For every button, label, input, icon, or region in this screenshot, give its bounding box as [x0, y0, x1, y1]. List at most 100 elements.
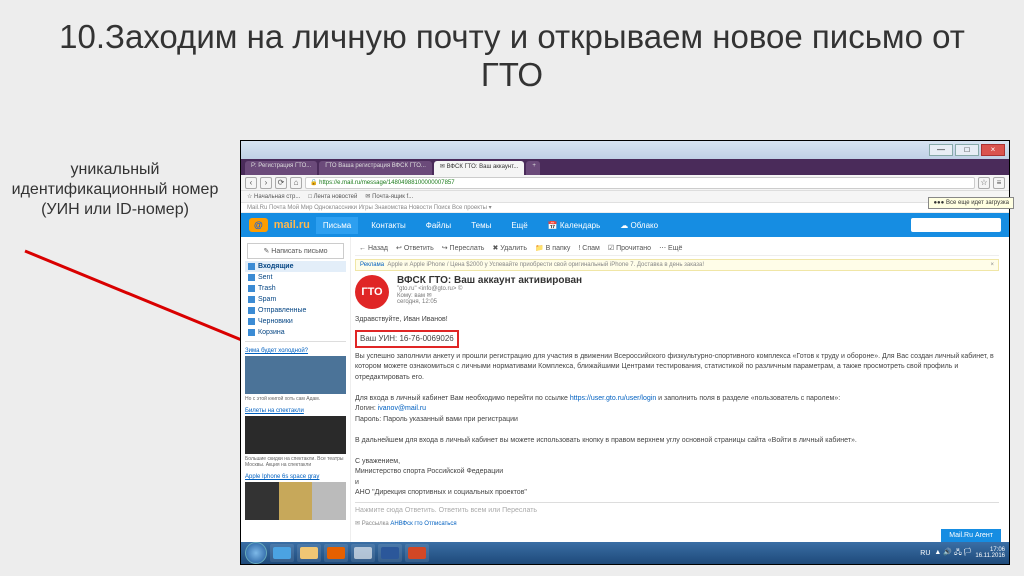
- folder-icon: [248, 296, 255, 303]
- nav-cloud[interactable]: ☁ Облако: [613, 217, 665, 234]
- reload-button[interactable]: ⟳: [275, 177, 287, 189]
- new-tab-button[interactable]: +: [526, 161, 540, 175]
- unsubscribe-link[interactable]: Отписаться: [424, 521, 456, 527]
- browser-tab[interactable]: ✉ ВФСК ГТО: Ваш аккаунт...: [434, 161, 524, 175]
- folder-sent[interactable]: Sent: [245, 272, 346, 283]
- nav-themes[interactable]: Темы: [464, 217, 498, 234]
- taskbar-pin[interactable]: [378, 544, 402, 562]
- read-button[interactable]: ☑ Прочитано: [608, 244, 651, 252]
- spam-button[interactable]: ! Спам: [578, 244, 599, 252]
- body-para: В дальнейшем для входа в личный кабинет …: [355, 436, 999, 447]
- body-para: Для входа в личный кабинет Вам необходим…: [355, 394, 999, 405]
- promo-close-icon[interactable]: ×: [990, 262, 994, 268]
- sender-link[interactable]: АНВФск гто: [390, 521, 422, 527]
- message-subject: ВФСК ГТО: Ваш аккаунт активирован: [397, 275, 582, 286]
- bookmark-link[interactable]: □ Лента новостей: [308, 194, 357, 200]
- system-tray[interactable]: RU ▲ 🔊 🖧 🏳 17:0616.11.2016: [920, 547, 1005, 559]
- menu-button[interactable]: ≡: [993, 177, 1005, 189]
- password-line: Пароль: Пароль указанный вами при регист…: [355, 415, 999, 426]
- back-button[interactable]: ← Назад: [359, 244, 388, 252]
- taskbar-pin[interactable]: [270, 544, 294, 562]
- bookmark-button[interactable]: ☆: [978, 177, 990, 189]
- promo-banner[interactable]: Реклама Apple и Apple iPhone / Цена $200…: [355, 259, 999, 271]
- folder-label: Черновики: [258, 318, 293, 325]
- folder-label: Spam: [258, 296, 276, 303]
- folder-outbox[interactable]: Отправленные: [245, 305, 346, 316]
- tray-clock[interactable]: 17:0616.11.2016: [975, 547, 1005, 559]
- url-text: https://e.mail.ru/message/14804988100000…: [319, 180, 454, 186]
- back-button[interactable]: ‹: [245, 177, 257, 189]
- more-button[interactable]: ⋯ Ещё: [659, 244, 682, 252]
- folder-label: Sent: [258, 274, 272, 281]
- ad-block[interactable]: Билеты на спектакли Большие скидки на сп…: [245, 408, 346, 468]
- ad-image: [245, 416, 346, 454]
- browser-tabs: Р: Регистрация ГТО... ГТО Ваша регистрац…: [241, 159, 1009, 175]
- folder-bin[interactable]: Корзина: [245, 327, 346, 338]
- delete-button[interactable]: ✖ Удалить: [492, 244, 527, 252]
- reply-hint[interactable]: Нажмите сюда Ответить. Ответить всем или…: [355, 506, 999, 517]
- mailru-logo-icon[interactable]: @: [249, 218, 268, 232]
- move-button[interactable]: 📁 В папку: [535, 244, 570, 252]
- folder-icon: [248, 318, 255, 325]
- login-email[interactable]: ivanov@mail.ru: [378, 405, 426, 412]
- mail-sidebar: ✎ Написать письмо Входящие Sent Trash Sp…: [241, 237, 351, 547]
- folder-trash[interactable]: Trash: [245, 283, 346, 294]
- window-titlebar: — □ ×: [241, 141, 1009, 159]
- signature: АНО "Дирекция спортивных и социальных пр…: [355, 488, 999, 499]
- promo-text: Apple и Apple iPhone / Цена $2000 у Успе…: [387, 262, 704, 268]
- folder-icon: [248, 307, 255, 314]
- taskbar-pin[interactable]: [324, 544, 348, 562]
- folder-drafts[interactable]: Черновики: [245, 316, 346, 327]
- nav-calendar[interactable]: 📅 Календарь: [541, 217, 608, 234]
- login-link[interactable]: https://user.gto.ru/user/login: [570, 395, 656, 402]
- folder-inbox[interactable]: Входящие: [245, 261, 346, 272]
- ad-title: Билеты на спектакли: [245, 408, 346, 414]
- taskbar-pin[interactable]: [297, 544, 321, 562]
- windows-taskbar: RU ▲ 🔊 🖧 🏳 17:0616.11.2016: [241, 542, 1009, 564]
- ad-image: [245, 356, 346, 394]
- bookmark-link[interactable]: ✉ Почта-ящик f...: [365, 193, 413, 200]
- folder-label: Корзина: [258, 329, 285, 336]
- sender-avatar: ГТО: [355, 275, 389, 309]
- forward-button[interactable]: ›: [260, 177, 272, 189]
- nav-more[interactable]: Ещё: [504, 217, 534, 234]
- body-para: Вы успешно заполнили анкету и прошли рег…: [355, 352, 999, 384]
- start-button[interactable]: [245, 542, 267, 564]
- reply-button[interactable]: ↩ Ответить: [396, 244, 434, 252]
- taskbar-pin[interactable]: [351, 544, 375, 562]
- home-button[interactable]: ⌂: [290, 177, 302, 189]
- folder-icon: [248, 274, 255, 281]
- portal-links[interactable]: Mail.Ru Почта Мой Мир Одноклассники Игры…: [247, 204, 492, 211]
- forward-button[interactable]: ↪ Переслать: [442, 244, 485, 252]
- search-input[interactable]: [911, 218, 1001, 232]
- nav-contacts[interactable]: Контакты: [364, 217, 413, 234]
- ad-block[interactable]: Apple Iphone 6s space gray: [245, 474, 346, 520]
- promo-label: Реклама: [360, 262, 384, 268]
- screenshot-window: — □ × Р: Регистрация ГТО... ГТО Ваша рег…: [240, 140, 1010, 565]
- greeting: Здравствуйте, Иван Иванов!: [355, 315, 999, 326]
- maximize-button[interactable]: □: [955, 144, 979, 156]
- minimize-button[interactable]: —: [929, 144, 953, 156]
- folder-label: Входящие: [258, 263, 294, 270]
- close-button[interactable]: ×: [981, 144, 1005, 156]
- taskbar-pin[interactable]: [405, 544, 429, 562]
- mail-body: ✎ Написать письмо Входящие Sent Trash Sp…: [241, 237, 1009, 547]
- folder-spam[interactable]: Spam: [245, 294, 346, 305]
- folder-icon: [248, 329, 255, 336]
- compose-button[interactable]: ✎ Написать письмо: [247, 243, 344, 259]
- nav-letters[interactable]: Письма: [316, 217, 358, 234]
- slide-title: 10.Заходим на личную почту и открываем н…: [0, 0, 1024, 104]
- bookmark-link[interactable]: ☆ Начальная стр...: [247, 193, 300, 200]
- mailru-portal-bar: Mail.Ru Почта Мой Мир Одноклассники Игры…: [241, 203, 1009, 213]
- browser-tab[interactable]: Р: Регистрация ГТО...: [245, 161, 317, 175]
- ad-image: [245, 482, 346, 520]
- bookmark-bar: ☆ Начальная стр... □ Лента новостей ✉ По…: [241, 191, 1009, 203]
- unsubscribe-line: ✉ Рассылка АНВФск гто Отписаться: [355, 520, 999, 529]
- ad-title: Зима будет холодной?: [245, 348, 346, 354]
- mailru-agent-button[interactable]: Mail.Ru Агент: [941, 529, 1001, 542]
- nav-files[interactable]: Файлы: [419, 217, 458, 234]
- ad-block[interactable]: Зима будет холодной? Но с этой книгой хо…: [245, 348, 346, 402]
- url-input[interactable]: 🔒 https://e.mail.ru/message/148049881000…: [305, 177, 975, 189]
- browser-tab[interactable]: ГТО Ваша регистрация ВФСК ГТО...: [319, 161, 432, 175]
- tray-lang[interactable]: RU: [920, 550, 930, 557]
